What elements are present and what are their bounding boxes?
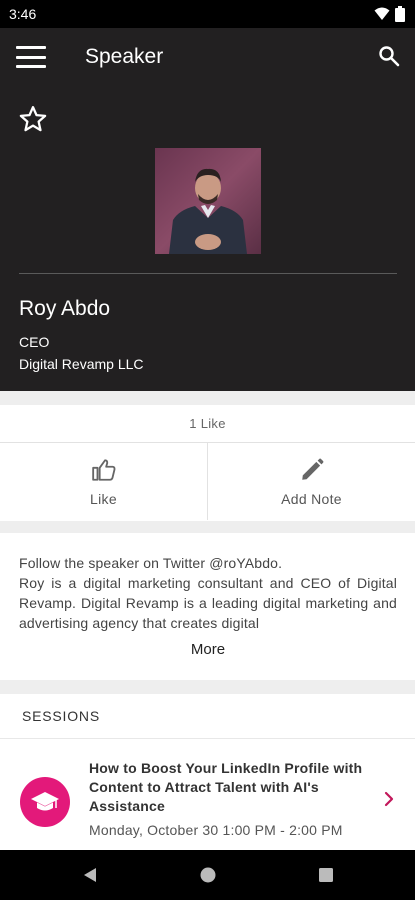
recents-icon[interactable]	[315, 864, 337, 886]
battery-icon	[395, 6, 405, 22]
sessions-header: SESSIONS	[0, 694, 415, 739]
likes-card: 1 Like Like Add Note	[0, 405, 415, 521]
like-label: Like	[90, 490, 117, 507]
graduation-cap-icon	[20, 777, 70, 827]
session-time: Monday, October 30 1:00 PM - 2:00 PM	[89, 822, 343, 838]
speaker-role: CEO	[19, 334, 50, 350]
star-icon[interactable]	[18, 104, 48, 134]
back-icon[interactable]	[79, 864, 101, 886]
status-icons	[374, 6, 405, 22]
session-title: How to Boost Your LinkedIn Profile with …	[89, 760, 363, 814]
sessions-card: SESSIONS How to Boost Your LinkedIn Prof…	[0, 694, 415, 854]
speaker-profile: Roy Abdo CEO Digital Revamp LLC	[0, 86, 415, 391]
app-bar: Speaker	[0, 28, 415, 86]
chevron-right-icon	[384, 791, 394, 807]
add-note-button[interactable]: Add Note	[207, 443, 415, 520]
page-title: Speaker	[85, 45, 164, 68]
wifi-icon	[374, 7, 390, 20]
like-button[interactable]: Like	[0, 443, 207, 520]
home-icon[interactable]	[197, 864, 219, 886]
action-row: Like Add Note	[0, 443, 415, 520]
speaker-name: Roy Abdo	[19, 297, 111, 320]
status-bar: 3:46	[0, 0, 415, 28]
more-button[interactable]: More	[19, 641, 397, 658]
menu-icon[interactable]	[16, 46, 46, 68]
like-count: 1 Like	[0, 405, 415, 443]
profile-divider	[19, 273, 397, 274]
status-time: 3:46	[9, 6, 37, 22]
speaker-company: Digital Revamp LLC	[19, 356, 144, 372]
add-note-label: Add Note	[281, 490, 342, 507]
bio-text: Follow the speaker on Twitter @roYAbdo. …	[19, 555, 397, 631]
speaker-photo	[155, 148, 261, 254]
system-nav-bar	[0, 850, 415, 900]
bio-card: Follow the speaker on Twitter @roYAbdo. …	[0, 533, 415, 680]
session-item[interactable]: How to Boost Your LinkedIn Profile with …	[0, 739, 415, 854]
search-icon[interactable]	[377, 44, 401, 68]
pencil-icon	[301, 458, 323, 480]
thumbs-up-icon	[91, 458, 115, 481]
